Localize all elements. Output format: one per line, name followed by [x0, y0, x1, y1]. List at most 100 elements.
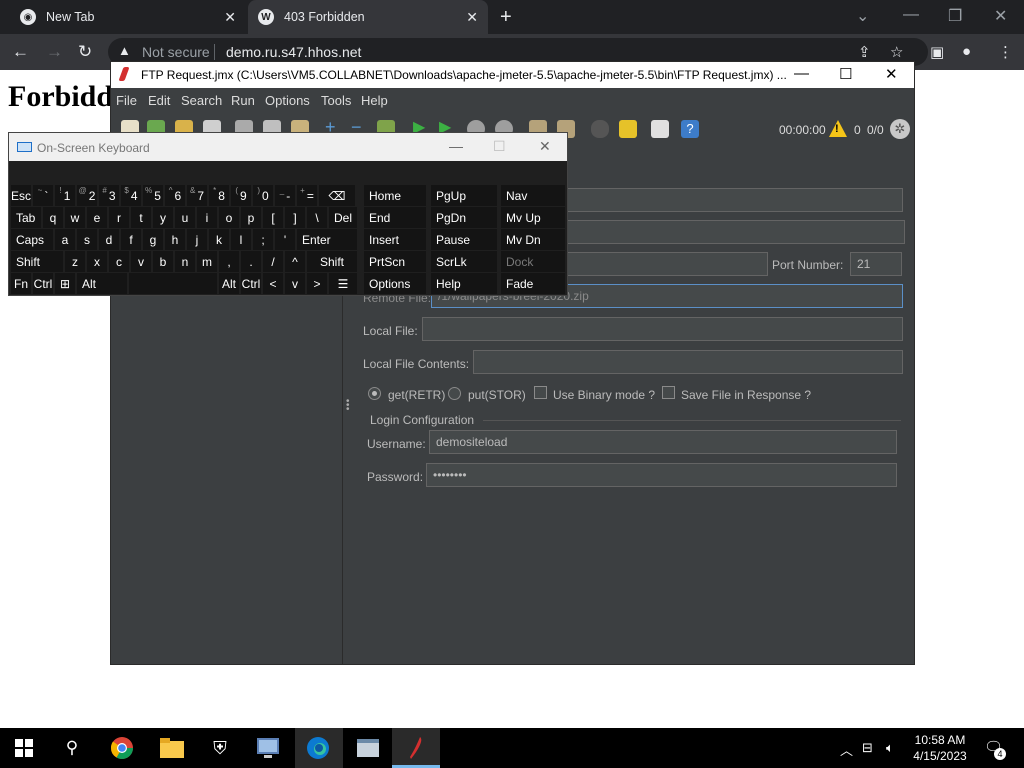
key-r2-13[interactable]: \	[307, 207, 327, 228]
warning-icon[interactable]: ▲	[118, 43, 131, 58]
key-r2-11[interactable]: [	[263, 207, 283, 228]
key-r5-5[interactable]: Ctrl	[241, 273, 261, 294]
key-r5-0[interactable]: Fn	[11, 273, 31, 294]
search-binoculars-icon[interactable]	[591, 120, 609, 138]
app-window-icon[interactable]	[356, 736, 380, 760]
key-r4-2[interactable]: x	[87, 251, 107, 272]
security-label[interactable]: Not secure	[142, 44, 210, 60]
key-r4-4[interactable]: v	[131, 251, 151, 272]
key-r3-3[interactable]: d	[99, 229, 119, 250]
key-r4-11[interactable]: ^	[285, 251, 305, 272]
key-r5-7[interactable]: v	[285, 273, 305, 294]
reset-search-icon[interactable]	[619, 120, 637, 138]
help-icon[interactable]: ?	[681, 120, 699, 138]
key-r4-6[interactable]: n	[175, 251, 195, 272]
key-nav1-2[interactable]: Insert	[364, 229, 426, 250]
bookmark-star-icon[interactable]: ☆	[890, 43, 903, 61]
key-r2-8[interactable]: i	[197, 207, 217, 228]
edge-icon[interactable]	[306, 736, 330, 760]
jmeter-taskbar-icon[interactable]	[404, 736, 428, 760]
key-r3-11[interactable]: '	[275, 229, 295, 250]
key-r1-5[interactable]: $4	[121, 185, 141, 206]
key-r2-9[interactable]: o	[219, 207, 239, 228]
key-r5-3[interactable]: Alt	[77, 273, 127, 294]
key-r1-6[interactable]: % 5	[143, 185, 163, 206]
profile-icon[interactable]: ●	[962, 43, 971, 60]
key-r1-1[interactable]: ~ `	[33, 185, 53, 206]
key-r5-4[interactable]: Alt	[219, 273, 239, 294]
key-space[interactable]	[129, 273, 217, 294]
key-nav2-3[interactable]: ScrLk	[431, 251, 497, 272]
minimize-button[interactable]: —	[449, 138, 463, 154]
new-tab-button[interactable]: +	[500, 6, 512, 29]
save-response-label[interactable]: Save File in Response ?	[681, 388, 811, 402]
system-clock[interactable]: 10:58 AM 4/15/2023	[904, 732, 976, 764]
key-r3-4[interactable]: f	[121, 229, 141, 250]
volume-icon[interactable]: 🔈︎	[886, 740, 894, 756]
key-r3-10[interactable]: ;	[253, 229, 273, 250]
key-backspace[interactable]: ⌫	[319, 185, 355, 206]
key-r5-1[interactable]: Ctrl	[33, 273, 53, 294]
close-button[interactable]: ✕	[885, 65, 898, 83]
menu-icon[interactable]: ⋮	[998, 43, 1013, 61]
save-response-checkbox[interactable]	[662, 386, 675, 399]
show-hidden-icons[interactable]: ︿	[840, 740, 853, 759]
key-r2-7[interactable]: u	[175, 207, 195, 228]
key-r3-5[interactable]: g	[143, 229, 163, 250]
key-r5-2[interactable]: ⊞	[55, 273, 75, 294]
get-retr-label[interactable]: get(RETR)	[388, 388, 445, 402]
key-nav3-4[interactable]: Fade	[501, 273, 565, 294]
key-r1-7[interactable]: ^ 6	[165, 185, 185, 206]
username-field[interactable]: demositeload	[429, 430, 897, 454]
security-shield-icon[interactable]: ⛨	[208, 736, 232, 760]
menu-file[interactable]: File	[116, 93, 137, 108]
forward-button[interactable]: →	[46, 42, 63, 62]
close-tab-icon[interactable]: ✕	[224, 9, 236, 26]
key-r3-6[interactable]: h	[165, 229, 185, 250]
url-text[interactable]: demo.ru.s47.hhos.net	[226, 44, 361, 60]
menu-edit[interactable]: Edit	[148, 93, 170, 108]
key-r5-9[interactable]: ☰	[329, 273, 357, 294]
key-r1-11[interactable]: ) 0	[253, 185, 273, 206]
binary-mode-checkbox[interactable]	[534, 386, 547, 399]
restore-button[interactable]: ❐	[948, 6, 962, 26]
menu-help[interactable]: Help	[361, 93, 388, 108]
key-nav1-1[interactable]: End	[364, 207, 426, 228]
local-file-field[interactable]	[422, 317, 903, 341]
put-stor-radio[interactable]	[448, 387, 461, 400]
key-r4-7[interactable]: m	[197, 251, 217, 272]
key-r2-3[interactable]: e	[87, 207, 107, 228]
menu-options[interactable]: Options	[265, 93, 310, 108]
key-r4-8[interactable]: ,	[219, 251, 239, 272]
key-esc[interactable]: Esc	[11, 185, 31, 206]
key-r2-12[interactable]: ]	[285, 207, 305, 228]
key-nav3-1[interactable]: Mv Up	[501, 207, 565, 228]
search-icon[interactable]: ⚲	[60, 736, 84, 760]
tab-new-tab[interactable]: ◉ New Tab ✕	[10, 0, 242, 34]
key-r3-7[interactable]: j	[187, 229, 207, 250]
minimize-button[interactable]: —	[903, 6, 919, 24]
key-nav3-2[interactable]: Mv Dn	[501, 229, 565, 250]
close-window-button[interactable]: ✕	[994, 6, 1007, 26]
split-divider-grip[interactable]: • • •	[346, 397, 350, 415]
key-nav1-3[interactable]: PrtScn	[364, 251, 426, 272]
key-r3-1[interactable]: a	[55, 229, 75, 250]
maximize-button[interactable]: ☐	[839, 65, 852, 83]
back-button[interactable]: ←	[12, 42, 29, 62]
port-field[interactable]: 21	[850, 252, 902, 276]
key-nav2-2[interactable]: Pause	[431, 229, 497, 250]
key-r4-5[interactable]: b	[153, 251, 173, 272]
network-icon[interactable]: ⊟	[862, 740, 873, 756]
key-caps[interactable]: Caps	[11, 229, 53, 250]
key-nav1-4[interactable]: Options	[364, 273, 426, 294]
menu-run[interactable]: Run	[231, 93, 255, 108]
password-field[interactable]: ••••••••	[426, 463, 897, 487]
key-nav2-4[interactable]: Help	[431, 273, 497, 294]
key-nav1-0[interactable]: Home	[364, 185, 426, 206]
windows-start-icon[interactable]	[12, 736, 36, 760]
key-r1-2[interactable]: ! 1	[55, 185, 75, 206]
key-r1-10[interactable]: (9	[231, 185, 251, 206]
key-r2-2[interactable]: w	[65, 207, 85, 228]
key-r1-9[interactable]: * 8	[209, 185, 229, 206]
put-stor-label[interactable]: put(STOR)	[468, 388, 526, 402]
